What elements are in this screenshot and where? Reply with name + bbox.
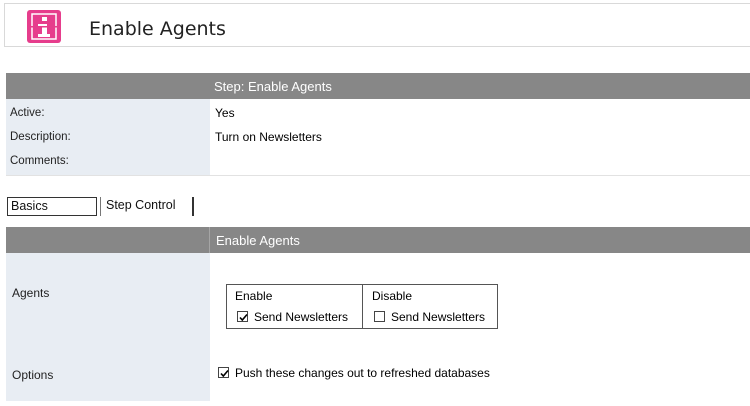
enable-column-header: Enable	[235, 289, 273, 303]
active-value: Yes	[215, 106, 235, 120]
info-icon	[27, 10, 61, 43]
header-bar: Enable Agents	[4, 3, 750, 47]
disable-send-newsletters-label: Send Newsletters	[391, 310, 486, 324]
push-changes-checkbox[interactable]	[218, 367, 229, 378]
step-header: Step: Enable Agents	[6, 73, 750, 99]
page: Enable Agents Step: Enable Agents Active…	[0, 0, 750, 406]
tab-step-control-label: Step Control	[106, 198, 176, 212]
step-heading: Step: Enable Agents	[214, 79, 332, 94]
comments-label: Comments:	[10, 155, 69, 167]
active-label: Active:	[10, 107, 45, 119]
tab-basics-label: Basics	[11, 199, 48, 213]
options-label: Options	[12, 368, 54, 382]
divider	[362, 285, 363, 328]
enable-send-newsletters-checkbox[interactable]	[237, 311, 248, 322]
disable-send-newsletters-checkbox[interactable]	[374, 311, 385, 322]
tab-step-control[interactable]: Step Control	[100, 197, 194, 216]
description-value: Turn on Newsletters	[215, 130, 322, 144]
divider	[209, 227, 210, 253]
page-title: Enable Agents	[89, 18, 226, 40]
disable-column-header: Disable	[372, 289, 413, 303]
tab-basics[interactable]: Basics	[7, 197, 97, 216]
description-label: Description:	[10, 131, 71, 143]
agents-label: Agents	[12, 286, 50, 300]
checkmark-icon	[220, 369, 229, 378]
section-header: Enable Agents	[6, 227, 750, 253]
enable-send-newsletters-label: Send Newsletters	[254, 310, 349, 324]
push-changes-label: Push these changes out to refreshed data…	[235, 366, 490, 380]
section-heading: Enable Agents	[216, 233, 300, 248]
agents-table: Enable Disable Send Newsletters Send New…	[226, 284, 498, 329]
checkmark-icon	[239, 313, 248, 322]
divider	[6, 175, 750, 176]
